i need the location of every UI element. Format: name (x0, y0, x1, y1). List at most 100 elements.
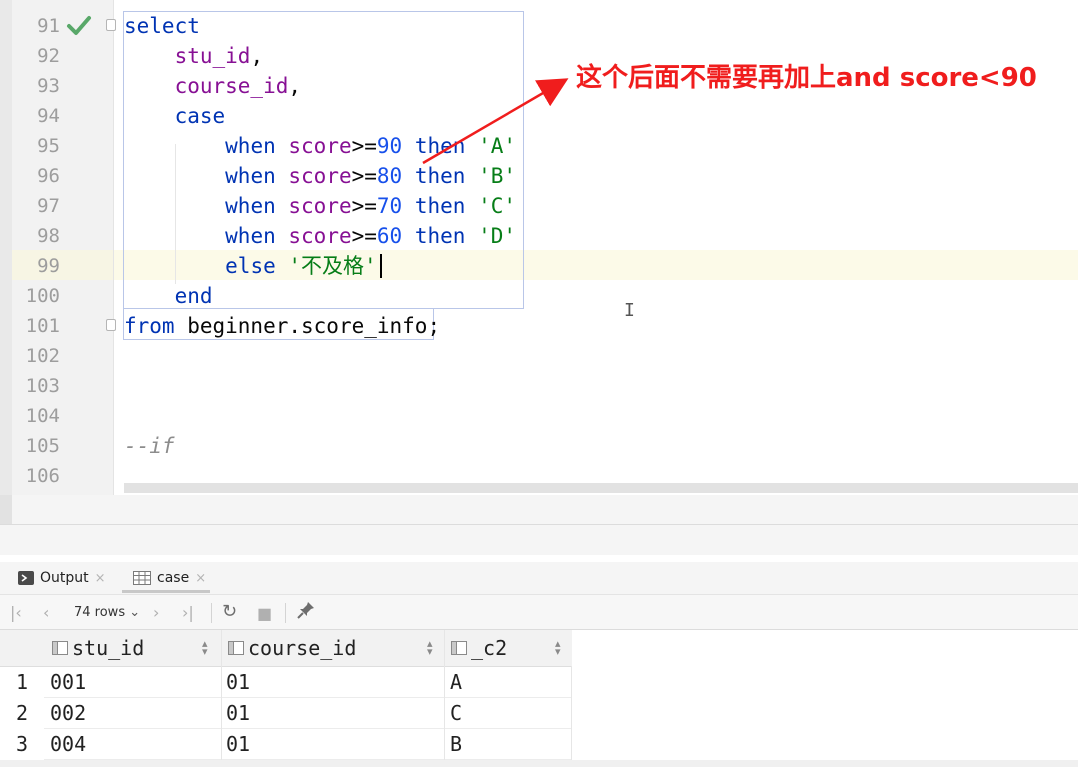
column-header-c2[interactable]: _c2 (451, 630, 507, 666)
code-token: 60 (376, 224, 403, 248)
annotation-text: 这个后面不需要再加上and score<90 (576, 63, 1037, 93)
column-divider (221, 630, 222, 666)
table-cell[interactable]: 01 (226, 698, 250, 729)
code-token: select (124, 14, 200, 38)
checkmark-icon[interactable] (66, 14, 92, 38)
code-token: >= (351, 164, 377, 188)
sort-icon[interactable]: ▴ ▾ (202, 638, 208, 657)
line-number: 92 (37, 45, 60, 67)
column-header-course-id[interactable]: course_id (228, 630, 356, 666)
tab-output-label: Output (40, 570, 89, 586)
line-number: 102 (25, 345, 60, 367)
code-token: score (288, 224, 352, 248)
row-number[interactable]: 3 (0, 729, 44, 760)
panel-divider[interactable] (0, 495, 1078, 555)
close-icon[interactable]: × (195, 571, 206, 586)
code-line[interactable]: from beginner.score_info; (124, 311, 440, 341)
first-page-icon[interactable]: |‹ (10, 603, 22, 622)
active-tab-indicator (122, 590, 210, 593)
column-icon (228, 641, 244, 655)
code-token: score (288, 134, 352, 158)
line-number: 104 (25, 405, 60, 427)
divider-left-strip (0, 495, 12, 525)
table-cell[interactable]: 01 (226, 729, 250, 760)
code-token: else (225, 254, 276, 278)
close-icon[interactable]: × (95, 571, 106, 586)
code-token: 'B' (478, 164, 517, 188)
rows-count-dropdown[interactable]: 74 rows ⌄ (74, 605, 140, 620)
code-line[interactable]: --if (124, 431, 175, 461)
code-line[interactable]: else '不及格' (124, 251, 377, 281)
line-number: 91 (37, 15, 60, 37)
column-label: course_id (248, 636, 357, 660)
code-token: 90 (376, 134, 403, 158)
table-cell[interactable]: 001 (50, 667, 86, 698)
column-header-stu-id[interactable]: stu_id (52, 630, 144, 666)
code-line[interactable]: stu_id, (124, 41, 264, 71)
table-cell[interactable]: B (450, 729, 462, 760)
code-token: , (250, 44, 264, 68)
code-line[interactable]: when score>=70 then 'C' (124, 191, 516, 221)
stop-icon[interactable]: ■ (257, 604, 272, 623)
next-page-icon[interactable]: › (153, 603, 159, 622)
fold-end-icon[interactable] (106, 319, 116, 331)
column-label: stu_id (72, 636, 145, 660)
code-token: 'A' (478, 134, 517, 158)
code-token: >= (351, 194, 377, 218)
line-number: 99 (37, 255, 60, 277)
last-page-icon[interactable]: ›| (182, 603, 194, 622)
pin-icon[interactable] (297, 601, 315, 623)
table-cell[interactable]: 01 (226, 667, 250, 698)
line-number: 103 (25, 375, 60, 397)
code-line[interactable]: when score>=80 then 'B' (124, 161, 516, 191)
table-cell[interactable]: 002 (50, 698, 86, 729)
fold-start-icon[interactable] (106, 19, 116, 31)
tab-output[interactable]: Output × (18, 562, 106, 594)
result-toolbar: |‹ ‹ 74 rows ⌄ › ›| ↻ ■ (0, 594, 1078, 630)
code-line[interactable]: course_id, (124, 71, 301, 101)
line-number: 94 (37, 105, 60, 127)
row-number[interactable]: 1 (0, 667, 44, 698)
code-token: >= (351, 134, 377, 158)
code-token: '不及格' (288, 254, 377, 278)
column-divider (444, 666, 445, 760)
previous-page-icon[interactable]: ‹ (43, 603, 49, 622)
code-line[interactable]: when score>=60 then 'D' (124, 221, 516, 251)
horizontal-scrollbar[interactable] (124, 483, 1078, 493)
sql-editor[interactable]: select stu_id, course_id, case when scor… (0, 0, 1078, 495)
code-token: --if (124, 434, 175, 458)
row-number[interactable]: 2 (0, 698, 44, 729)
code-token: then (414, 194, 466, 218)
toolbar-separator (285, 603, 286, 623)
code-line[interactable]: select (124, 11, 200, 41)
table-icon (133, 571, 151, 585)
tab-case-label: case (157, 570, 190, 586)
code-token: then (414, 164, 466, 188)
code-token: course_id (174, 74, 289, 98)
sort-icon[interactable]: ▴ ▾ (427, 638, 433, 657)
code-line[interactable]: end (124, 281, 213, 311)
sort-icon[interactable]: ▴ ▾ (555, 638, 561, 657)
column-divider (444, 630, 445, 666)
column-icon (52, 641, 68, 655)
refresh-icon[interactable]: ↻ (222, 601, 237, 622)
code-token: 70 (376, 194, 403, 218)
code-token: 'C' (478, 194, 517, 218)
code-line[interactable]: when score>=90 then 'A' (124, 131, 516, 161)
code-token: when (225, 194, 276, 218)
line-number: 101 (25, 315, 60, 337)
table-cell[interactable]: C (450, 698, 462, 729)
table-cell[interactable]: 004 (50, 729, 86, 760)
code-line[interactable]: case (124, 101, 226, 131)
table-cell[interactable]: A (450, 667, 462, 698)
